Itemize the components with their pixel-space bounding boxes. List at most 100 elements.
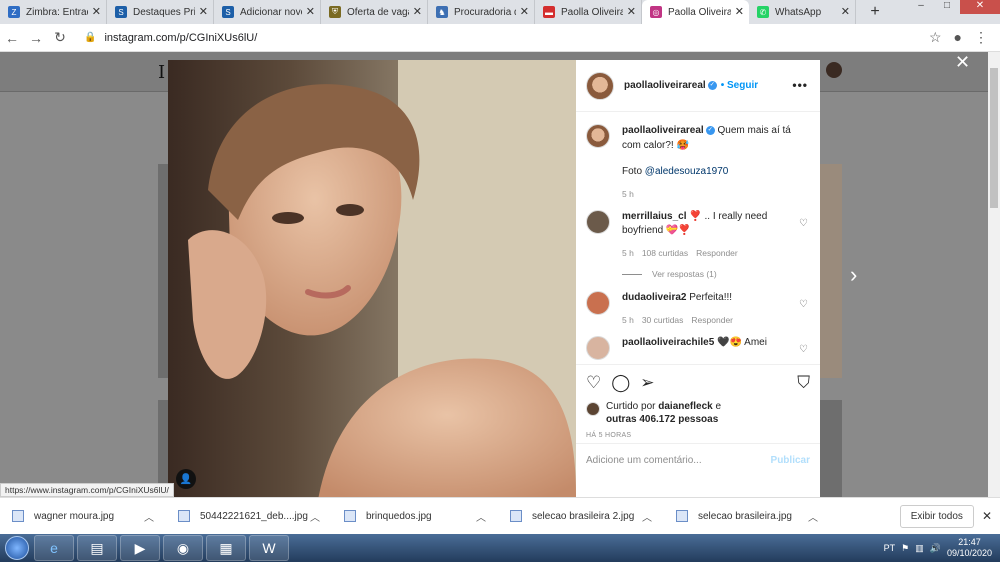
caption-time[interactable]: 5 h (622, 189, 634, 199)
close-tab-icon[interactable]: ✕ (520, 5, 529, 18)
post-username[interactable]: paollaoliveirareal (624, 80, 706, 91)
minimize-icon[interactable]: – (908, 0, 934, 14)
list-item: paollaoliveirachile5 🖤😍 Amei ♡ (586, 335, 810, 360)
volume-icon[interactable]: 🔊 (930, 543, 941, 554)
add-comment-bar: Adicione um comentário... Publicar (576, 443, 820, 477)
tab[interactable]: ▬ Paolla Oliveira ✕ (535, 0, 642, 24)
avatar[interactable] (586, 209, 610, 234)
heart-icon[interactable]: ♡ (799, 344, 808, 355)
post-time[interactable]: HÁ 5 HORAS (586, 432, 810, 439)
zimbra-icon: Z (8, 6, 20, 18)
comment-input[interactable]: Adicione um comentário... (586, 455, 702, 466)
whatsapp-icon: ✆ (757, 6, 769, 18)
menu-icon[interactable]: ⋮ (974, 29, 988, 46)
bookmark-icon[interactable]: ⛉ (797, 373, 810, 393)
credit-link[interactable]: @aledesouza1970 (645, 166, 729, 177)
avatar[interactable] (586, 71, 614, 100)
close-tab-icon[interactable]: ✕ (199, 5, 208, 18)
follow-button[interactable]: • Seguir (721, 80, 758, 91)
language-indicator[interactable]: PT (884, 543, 896, 553)
flag-icon[interactable]: ⚑ (901, 543, 909, 554)
scrollbar-thumb[interactable] (990, 68, 998, 208)
likes-count[interactable]: 108 curtidas (642, 248, 688, 258)
download-item[interactable]: selecao brasileira.jpg ︿ (664, 509, 830, 524)
tab-active[interactable]: ◎ Paolla Oliveira ✕ (642, 0, 749, 24)
avatar[interactable] (586, 124, 610, 148)
chrome-icon[interactable]: ◉ (163, 535, 203, 561)
reply-button[interactable]: Responder (691, 315, 733, 325)
comment-icon[interactable]: ◯ (611, 373, 630, 393)
instagram-logo[interactable]: I (158, 62, 165, 83)
liked-by: Curtido por daianefleck e outras 406.172… (586, 400, 810, 426)
chevron-right-icon[interactable]: › (850, 262, 857, 288)
downloads-bar: wagner moura.jpg ︿ 50442221621_deb....jpg… (0, 497, 1000, 534)
close-tab-icon[interactable]: ✕ (92, 5, 101, 18)
show-all-button[interactable]: Exibir todos (899, 504, 974, 528)
view-replies-button[interactable]: Ver respostas (1) (622, 269, 810, 279)
chevron-up-icon[interactable]: ︿ (642, 509, 652, 524)
share-icon[interactable]: ➢ (640, 373, 654, 393)
close-tab-icon[interactable]: ✕ (306, 5, 315, 18)
comment-username[interactable]: dudaoliveira2 (622, 292, 686, 303)
download-item[interactable]: brinquedos.jpg ︿ (332, 509, 498, 524)
download-item[interactable]: 50442221621_deb....jpg ︿ (166, 509, 332, 524)
publish-button[interactable]: Publicar (771, 455, 810, 466)
avatar[interactable] (586, 402, 600, 416)
close-icon[interactable]: ✕ (982, 509, 992, 523)
lock-icon[interactable]: 🔒 (84, 32, 96, 43)
tab[interactable]: ♞ Procuradoria d ✕ (428, 0, 535, 24)
folder-icon[interactable]: ▤ (77, 535, 117, 561)
back-icon[interactable]: ← (0, 30, 24, 46)
chevron-up-icon[interactable]: ︿ (310, 509, 320, 524)
close-tab-icon[interactable]: ✕ (735, 5, 744, 18)
chevron-up-icon[interactable]: ︿ (476, 509, 486, 524)
like-heart-icon[interactable]: ♡ (586, 373, 601, 393)
start-button[interactable] (0, 534, 34, 562)
user-tag-icon[interactable]: 👤 (176, 469, 196, 489)
avatar[interactable] (586, 291, 610, 316)
tab[interactable]: ⛨ Oferta de vaga ✕ (321, 0, 428, 24)
avatar[interactable] (826, 62, 842, 78)
close-tab-icon[interactable]: ✕ (627, 5, 636, 18)
heart-icon[interactable]: ♡ (799, 299, 808, 310)
word-icon[interactable]: W (249, 535, 289, 561)
download-item[interactable]: selecao brasileira 2.jpg ︿ (498, 509, 664, 524)
comment-username[interactable]: paollaoliveirachile5 (622, 337, 714, 348)
media-player-icon[interactable]: ▶ (120, 535, 160, 561)
avatar[interactable] (586, 335, 610, 360)
tab[interactable]: S Adicionar novo ✕ (214, 0, 321, 24)
likes-total[interactable]: outras 406.172 pessoas (606, 414, 718, 425)
tab[interactable]: ZZimbra: Entrada✕ (0, 0, 107, 24)
profile-icon[interactable]: ● (954, 29, 962, 46)
likes-count[interactable]: 30 curtidas (642, 315, 684, 325)
more-options-icon[interactable]: ••• (792, 78, 808, 92)
scrollbar[interactable] (988, 52, 1000, 497)
app-icon[interactable]: ▦ (206, 535, 246, 561)
clock[interactable]: 21:47 09/10/2020 (947, 537, 992, 559)
reply-button[interactable]: Responder (696, 248, 738, 258)
maximize-icon[interactable]: □ (934, 0, 960, 14)
star-icon[interactable]: ☆ (929, 29, 942, 46)
chevron-up-icon[interactable]: ︿ (144, 509, 154, 524)
close-icon[interactable]: ✕ (955, 52, 970, 73)
new-tab-button[interactable]: + (864, 1, 886, 23)
close-window-icon[interactable]: ✕ (960, 0, 1000, 14)
close-tab-icon[interactable]: ✕ (413, 5, 422, 18)
network-icon[interactable]: ▥ (915, 543, 924, 554)
tab[interactable]: ✆ WhatsApp ✕ (749, 0, 856, 24)
heart-icon[interactable]: ♡ (799, 218, 808, 229)
close-tab-icon[interactable]: ✕ (841, 5, 850, 18)
post-photo[interactable] (168, 60, 576, 497)
forward-icon[interactable]: → (24, 30, 48, 46)
tab[interactable]: S Destaques Prin ✕ (107, 0, 214, 24)
address-bar[interactable]: 🔒 instagram.com/p/CGIniXUs6lU/ (84, 32, 929, 44)
comment-username[interactable]: merrillaius_cl (622, 211, 686, 222)
site-icon: S (115, 6, 127, 18)
liked-by-user[interactable]: daianefleck (658, 401, 712, 412)
image-file-icon (510, 510, 522, 522)
chevron-up-icon[interactable]: ︿ (808, 509, 818, 524)
reload-icon[interactable]: ↻ (48, 29, 72, 46)
caption-username[interactable]: paollaoliveirareal (622, 125, 704, 136)
ie-icon[interactable]: e (34, 535, 74, 561)
download-item[interactable]: wagner moura.jpg ︿ (0, 509, 166, 524)
